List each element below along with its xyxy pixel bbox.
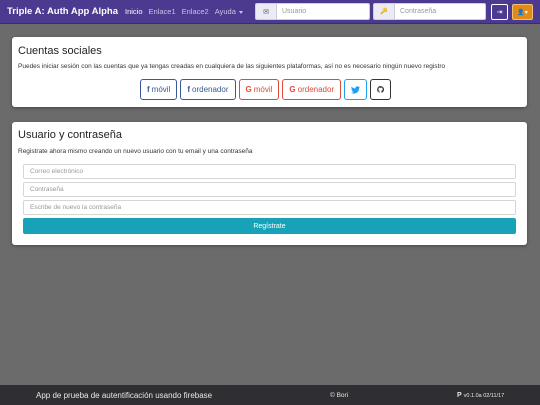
facebook-mobile-label: móvil bbox=[151, 85, 171, 94]
twitter-button[interactable] bbox=[344, 79, 368, 100]
password-field[interactable]: Contraseña bbox=[23, 182, 516, 197]
sign-in-icon: ⇥ bbox=[496, 9, 503, 16]
footer-description: App de prueba de autentificación usando … bbox=[36, 390, 213, 400]
google-icon: G bbox=[245, 85, 252, 94]
register-panel: Usuario y contraseña Registrate ahora mi… bbox=[12, 122, 527, 245]
google-desktop-button[interactable]: G ordenador bbox=[282, 79, 342, 100]
google-mobile-button[interactable]: G móvil bbox=[238, 79, 280, 100]
social-panel: Cuentas sociales Puedes iniciar sesión c… bbox=[12, 37, 527, 107]
google-mobile-label: móvil bbox=[253, 85, 273, 94]
caret-down-icon bbox=[238, 10, 243, 14]
facebook-icon: f bbox=[187, 85, 191, 94]
nav-link-enlace2[interactable]: Enlace2 bbox=[182, 7, 209, 16]
password-group: 🔑 Contraseña bbox=[373, 3, 486, 20]
social-description: Puedes iniciar sesión con las cuentas qu… bbox=[18, 63, 446, 70]
key-icon: 🔑 bbox=[373, 3, 394, 20]
facebook-icon: f bbox=[147, 85, 150, 94]
username-group: ✉ Usuario bbox=[255, 3, 370, 20]
repeat-password-field[interactable]: Escribe de nuevo la contraseña bbox=[23, 200, 516, 215]
facebook-desktop-label: ordenador bbox=[192, 85, 229, 94]
user-icon: 👤▾ bbox=[517, 9, 528, 16]
version-icon: P bbox=[457, 391, 462, 399]
google-icon: G bbox=[289, 85, 296, 94]
facebook-mobile-button[interactable]: f móvil bbox=[140, 79, 178, 100]
brand-title[interactable]: Triple A: Auth App Alpha bbox=[0, 6, 118, 17]
navbar: Triple A: Auth App Alpha Inicio Enlace1 … bbox=[0, 0, 540, 24]
password-input[interactable]: Contraseña bbox=[394, 3, 486, 20]
facebook-desktop-button[interactable]: f ordenador bbox=[180, 79, 236, 100]
social-title: Cuentas sociales bbox=[18, 45, 102, 57]
footer-copyright: © Bori bbox=[330, 391, 349, 399]
nav-link-enlace1[interactable]: Enlace1 bbox=[149, 7, 176, 16]
nav-dropdown-ayuda[interactable]: Ayuda bbox=[215, 7, 243, 16]
nav-links: Inicio Enlace1 Enlace2 Ayuda bbox=[125, 7, 249, 16]
user-menu-button[interactable]: 👤▾ bbox=[512, 4, 533, 20]
github-icon bbox=[377, 86, 385, 93]
ayuda-label: Ayuda bbox=[214, 7, 236, 16]
social-buttons: f móvil f ordenador G móvil G ordenador bbox=[140, 79, 394, 100]
register-description: Registrate ahora mismo creando un nuevo … bbox=[18, 148, 253, 155]
google-desktop-label: ordenador bbox=[297, 85, 335, 94]
email-field[interactable]: Correo electrónico bbox=[23, 164, 516, 179]
login-button[interactable]: ⇥ bbox=[491, 4, 508, 20]
footer: App de prueba de autentificación usando … bbox=[0, 385, 540, 405]
username-input[interactable]: Usuario bbox=[276, 3, 370, 20]
envelope-icon: ✉ bbox=[255, 3, 276, 20]
nav-link-inicio[interactable]: Inicio bbox=[125, 7, 143, 16]
version-text: v0.1.0a 02/11/17 bbox=[463, 392, 505, 399]
twitter-icon bbox=[351, 85, 361, 94]
github-button[interactable] bbox=[370, 79, 392, 100]
register-title: Usuario y contraseña bbox=[18, 129, 122, 141]
register-button[interactable]: Regístrate bbox=[23, 218, 516, 234]
footer-version: Pv0.1.0a 02/11/17 bbox=[457, 392, 504, 399]
